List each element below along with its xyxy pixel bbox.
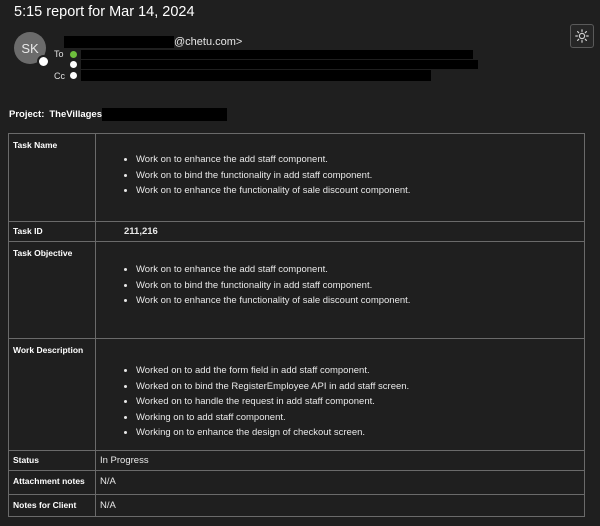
task-name-value: Work on to enhance the add staff compone… [95,133,585,222]
recipient-status-icon [70,61,77,68]
avatar-initials: SK [21,40,39,56]
task-objective-list: Work on to enhance the add staff compone… [100,262,580,309]
list-item: Work on to enhance the functionality of … [136,183,580,199]
to-label: To [54,49,64,59]
status-row: Status In Progress [8,450,585,471]
work-description-value: Worked on to add the form field in add s… [95,338,585,451]
project-line: Project: TheVillages [9,108,228,121]
list-item: Work on to bind the functionality in add… [136,278,580,294]
task-name-list: Work on to enhance the add staff compone… [100,152,580,199]
status-value: In Progress [95,450,585,471]
cc-recipients-row[interactable]: Cc [54,70,431,81]
list-item: Work on to enhance the functionality of … [136,293,580,309]
list-item: Worked on to add the form field in add s… [136,363,580,379]
status-label: Status [8,450,96,471]
task-id-value: 211,216 [95,221,585,242]
cc-recipient-status-icon [70,72,77,79]
notes-for-client-value: N/A [95,494,585,517]
task-name-row: Task Name Work on to enhance the add sta… [8,133,585,222]
list-item: Work on to enhance the add staff compone… [136,262,580,278]
work-description-row: Work Description Worked on to add the fo… [8,338,585,451]
notes-for-client-label: Notes for Client [8,494,96,517]
list-item: Work on to bind the functionality in add… [136,168,580,184]
list-item: Working on to enhance the design of chec… [136,425,580,441]
redacted-to-recipient-1 [81,49,473,59]
presence-status-icon [37,55,50,68]
task-objective-row: Task Objective Work on to enhance the ad… [8,241,585,339]
sender-line[interactable]: @chetu.com> [64,36,242,48]
work-description-label: Work Description [8,338,96,451]
task-id-label: Task ID [8,221,96,242]
email-subject: 5:15 report for Mar 14, 2024 [14,4,195,20]
report-table: Task Name Work on to enhance the add sta… [8,133,585,517]
attachment-notes-value: N/A [95,470,585,495]
project-name: TheVillages [49,109,103,120]
attachment-notes-row: Attachment notes N/A [8,470,585,495]
to-recipients-row-2[interactable] [54,60,478,69]
attachment-notes-label: Attachment notes [8,470,96,495]
theme-toggle-button[interactable] [570,24,594,48]
task-name-label: Task Name [8,133,96,222]
sun-icon [575,29,589,43]
redacted-to-recipient-2 [81,60,478,69]
task-objective-value: Work on to enhance the add staff compone… [95,241,585,339]
cc-label: Cc [54,70,65,81]
redacted-cc-recipient [81,70,431,81]
task-id-row: Task ID 211,216 [8,221,585,242]
list-item: Worked on to handle the request in add s… [136,394,580,410]
to-recipients-row[interactable]: To [54,49,473,59]
redacted-sender-name [64,36,174,48]
list-item: Work on to enhance the add staff compone… [136,152,580,168]
notes-for-client-row: Notes for Client N/A [8,494,585,517]
work-description-list: Worked on to add the form field in add s… [100,363,580,441]
recipient-available-icon [70,50,77,58]
redacted-project-suffix [102,108,228,121]
list-item: Working on to add staff component. [136,410,580,426]
task-objective-label: Task Objective [8,241,96,339]
project-label: Project: [9,109,45,120]
sender-email-domain: @chetu.com> [174,36,243,48]
list-item: Worked on to bind the RegisterEmployee A… [136,379,580,395]
